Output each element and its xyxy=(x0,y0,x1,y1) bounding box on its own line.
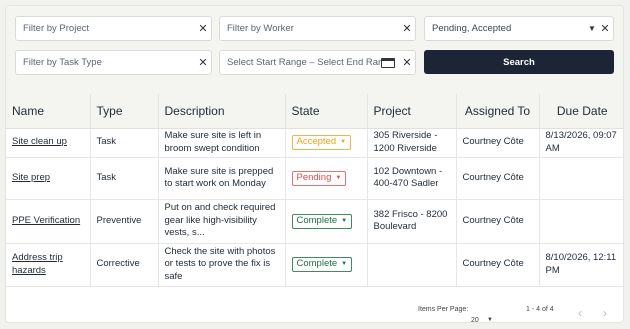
chevron-down-icon: ▼ xyxy=(335,174,342,181)
clear-icon[interactable]: ✕ xyxy=(399,56,415,69)
state-label: Pending xyxy=(296,171,332,183)
chevron-down-icon: ▼ xyxy=(341,261,348,268)
page-range-text: 1 - 4 of 4 xyxy=(526,306,554,313)
pagination-bar: Items Per Page: 20 ▼ 1 - 4 of 4 ‹ › xyxy=(6,295,623,323)
project-filter-placeholder: Filter by Project xyxy=(23,23,89,34)
task-type-cell: Corrective xyxy=(90,243,159,287)
column-header-state[interactable]: State xyxy=(285,94,368,129)
table-row: PPE Verification Preventive Put on and c… xyxy=(6,199,623,244)
clear-icon[interactable]: ✕ xyxy=(399,22,415,35)
items-per-page-value: 20 xyxy=(471,317,479,323)
state-filter-value: Pending, Accepted xyxy=(432,23,512,34)
table-row: Address trip hazards Corrective Check th… xyxy=(6,243,623,287)
chevron-down-icon: ▼ xyxy=(340,139,347,146)
calendar-icon[interactable] xyxy=(381,57,395,68)
table-row: Site clean up Task Make sure site is lef… xyxy=(6,128,623,158)
task-type-cell: Task xyxy=(90,128,159,158)
task-name-link[interactable]: PPE Verification xyxy=(12,215,80,226)
assigned-to-cell: Courtney Côte xyxy=(456,199,540,244)
column-header-name[interactable]: Name xyxy=(6,94,91,129)
task-list-card: Filter by Project ✕ Filter by Worker ✕ P… xyxy=(5,5,624,323)
due-date-cell xyxy=(539,199,623,244)
items-per-page-label: Items Per Page: xyxy=(418,306,469,313)
due-date-cell xyxy=(539,157,623,200)
filter-bar: Filter by Project ✕ Filter by Worker ✕ P… xyxy=(6,6,623,94)
project-filter[interactable]: Filter by Project ✕ xyxy=(15,16,212,41)
project-cell: 382 Frisco - 8200 Boulevard xyxy=(367,199,457,244)
state-label: Complete xyxy=(296,258,338,270)
task-description-cell: Make sure site is prepped to start work … xyxy=(158,157,286,200)
column-header-due-date[interactable]: Due Date xyxy=(539,94,623,129)
state-label: Complete xyxy=(296,214,338,226)
project-cell: 305 Riverside - 1200 Riverside xyxy=(367,128,457,158)
task-table: Name Type Description State Project Assi… xyxy=(6,94,623,287)
state-select[interactable]: Pending ▼ xyxy=(291,170,347,186)
task-description-cell: Check the site with photos or tests to p… xyxy=(158,243,286,287)
assigned-to-cell: Courtney Côte xyxy=(456,157,540,200)
date-range-picker[interactable]: Select Start Range – Select End Range ✕ xyxy=(219,50,416,75)
table-row: Site prep Task Make sure site is prepped… xyxy=(6,157,623,200)
state-select[interactable]: Accepted ▼ xyxy=(291,135,352,150)
project-cell: 102 Downtown - 400-470 Sadler xyxy=(367,157,457,200)
table-header-row: Name Type Description State Project Assi… xyxy=(6,94,623,129)
chevron-down-icon[interactable]: ▼ xyxy=(587,24,597,33)
clear-icon[interactable]: ✕ xyxy=(597,22,613,35)
task-type-filter[interactable]: Filter by Task Type ✕ xyxy=(15,50,212,75)
next-page-icon[interactable]: › xyxy=(603,306,607,320)
date-range-placeholder: Select Start Range – Select End Range xyxy=(227,57,381,68)
task-type-cell: Task xyxy=(90,157,159,200)
column-header-description[interactable]: Description xyxy=(158,94,286,129)
assigned-to-cell: Courtney Côte xyxy=(456,243,540,287)
search-button[interactable]: Search xyxy=(424,50,614,74)
worker-filter-placeholder: Filter by Worker xyxy=(227,23,294,34)
due-date-cell: 8/10/2026, 12:11 PM xyxy=(539,243,623,287)
clear-icon[interactable]: ✕ xyxy=(195,56,211,69)
state-label: Accepted xyxy=(296,136,337,148)
chevron-down-icon: ▼ xyxy=(341,217,348,224)
clear-icon[interactable]: ✕ xyxy=(195,22,211,35)
task-name-link[interactable]: Site clean up xyxy=(12,136,67,147)
column-header-project[interactable]: Project xyxy=(367,94,457,129)
task-type-cell: Preventive xyxy=(90,199,159,244)
due-date-cell: 8/13/2026, 09:07 AM xyxy=(539,128,623,158)
state-select[interactable]: Complete ▼ xyxy=(291,213,353,229)
state-select[interactable]: Complete ▼ xyxy=(291,257,353,272)
worker-filter[interactable]: Filter by Worker ✕ xyxy=(219,16,416,41)
assigned-to-cell: Courtney Côte xyxy=(456,128,540,158)
chevron-down-icon: ▼ xyxy=(487,317,493,323)
task-name-link[interactable]: Address trip hazards xyxy=(12,252,63,276)
task-name-link[interactable]: Site prep xyxy=(12,172,50,183)
task-type-filter-placeholder: Filter by Task Type xyxy=(23,57,102,68)
task-description-cell: Put on and check required gear like high… xyxy=(158,199,286,244)
state-filter-select[interactable]: Pending, Accepted ▼ ✕ xyxy=(424,16,614,41)
previous-page-icon[interactable]: ‹ xyxy=(578,306,582,320)
task-description-cell: Make sure site is left in broom swept co… xyxy=(158,128,286,158)
column-header-assigned-to[interactable]: Assigned To xyxy=(456,94,540,129)
column-header-type[interactable]: Type xyxy=(90,94,159,129)
project-cell xyxy=(367,243,457,287)
